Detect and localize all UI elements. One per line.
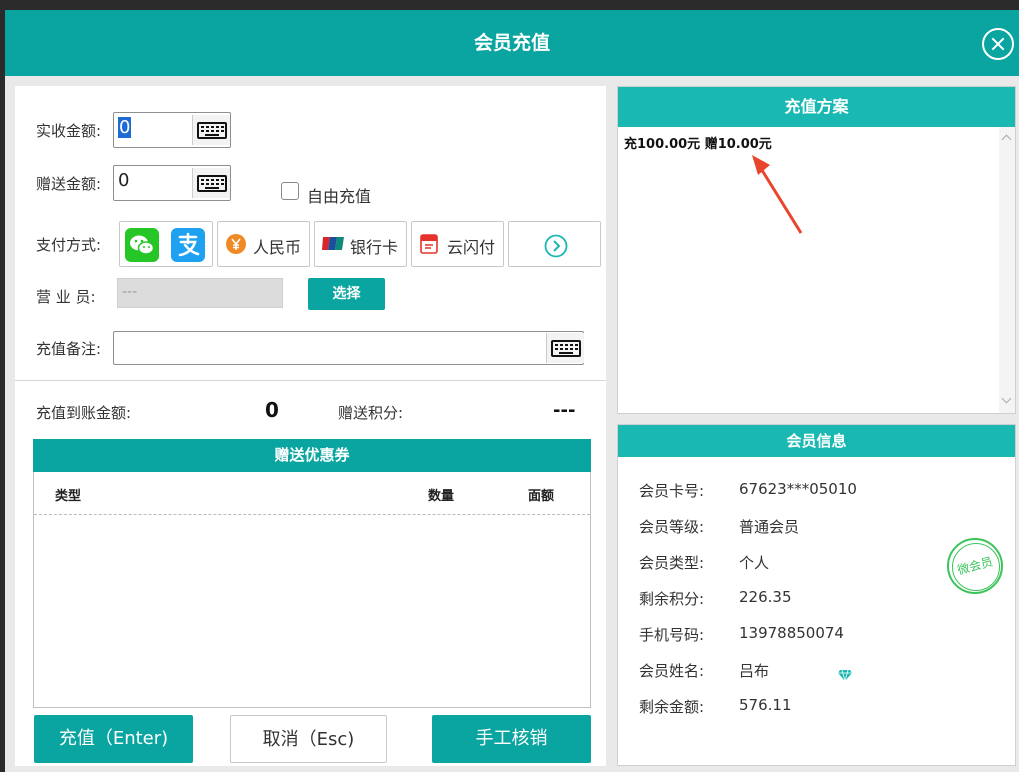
- wei-member-stamp-icon: 微会员: [947, 538, 1003, 594]
- member-field-value: 13978850074: [739, 624, 844, 642]
- gift-points-label: 赠送积分:: [338, 404, 404, 422]
- member-field-value: 普通会员: [739, 518, 800, 536]
- coupon-table: 类型 数量 面额: [33, 472, 591, 708]
- scroll-down-icon[interactable]: [1001, 393, 1012, 404]
- divider: [15, 380, 606, 381]
- received-amount-label: 实收金额:: [36, 122, 102, 140]
- payment-method-label: 支付方式:: [36, 236, 102, 254]
- gift-points-value: ---: [553, 400, 576, 421]
- gift-amount-value: 0: [118, 170, 130, 191]
- coupon-table-title: 赠送优惠券: [33, 439, 591, 472]
- member-field-value: 576.11: [739, 696, 792, 714]
- close-icon[interactable]: [982, 28, 1014, 60]
- cancel-button[interactable]: 取消（Esc): [230, 715, 387, 763]
- received-amount-value: 0: [118, 117, 132, 138]
- member-info-panel: 会员信息 会员卡号: 67623***05010 会员等级: 普通会员 会员类型…: [617, 424, 1016, 766]
- member-field-value: 226.35: [739, 588, 792, 606]
- member-field-label: 手机号码:: [639, 626, 705, 644]
- diamond-icon: [838, 669, 852, 682]
- more-payment-button[interactable]: [508, 221, 601, 267]
- payment-rmb-button[interactable]: 人民币: [217, 221, 310, 267]
- wechat-pay-icon: [125, 228, 159, 262]
- keyboard-icon: [551, 340, 581, 357]
- free-recharge-label: 自由充值: [307, 187, 372, 206]
- dialog-title: 会员充值: [473, 32, 550, 54]
- remark-keyboard-button[interactable]: [546, 333, 584, 363]
- unionpay-icon: [322, 237, 344, 250]
- received-keyboard-button[interactable]: [192, 115, 230, 145]
- stamp-text: 微会员: [955, 554, 995, 578]
- member-field-label: 会员姓名:: [639, 662, 705, 680]
- member-info-title: 会员信息: [618, 425, 1015, 457]
- credited-amount-label: 充值到账金额:: [36, 404, 132, 422]
- plans-scrollbar[interactable]: [999, 127, 1015, 413]
- member-field-label: 会员卡号:: [639, 482, 705, 500]
- gift-amount-label: 赠送金额:: [36, 175, 102, 193]
- payment-method-label: 人民币: [253, 238, 302, 257]
- alipay-icon: [171, 228, 205, 262]
- credited-amount-value: 0: [265, 398, 279, 422]
- payment-method-label: 云闪付: [447, 238, 496, 257]
- remark-input[interactable]: [113, 331, 584, 365]
- column-quantity: 数量: [428, 489, 455, 504]
- member-field-label: 会员等级:: [639, 518, 705, 536]
- remark-label: 充值备注:: [36, 340, 102, 358]
- wechat-alipay-button[interactable]: [119, 221, 213, 267]
- payment-bankcard-button[interactable]: 银行卡: [314, 221, 407, 267]
- recharge-plans-title: 充值方案: [618, 87, 1015, 127]
- column-face-value: 面额: [528, 489, 555, 504]
- member-field-label: 会员类型:: [639, 554, 705, 572]
- gift-keyboard-button[interactable]: [192, 168, 230, 198]
- recharge-dialog: 会员充值 实收金额: 0 赠送金额: 0 自由充值 支付方式: 人民币 银行卡 …: [5, 10, 1019, 772]
- payment-quickpass-button[interactable]: 云闪付: [411, 221, 504, 267]
- header-divider: [34, 514, 590, 515]
- clerk-label: 营 业 员:: [36, 288, 96, 306]
- title-bar: 会员充值: [5, 10, 1019, 76]
- plan-item[interactable]: 充100.00元 赠10.00元: [624, 133, 772, 152]
- manual-writeoff-button[interactable]: 手工核销: [432, 715, 591, 763]
- keyboard-icon: [197, 122, 227, 139]
- select-clerk-button[interactable]: 选择: [308, 278, 385, 310]
- received-amount-input[interactable]: 0: [113, 112, 231, 148]
- member-field-value: 个人: [739, 554, 770, 572]
- quickpass-icon: [420, 234, 438, 254]
- member-field-label: 剩余积分:: [639, 590, 705, 608]
- recharge-plans-panel: 充值方案 充100.00元 赠10.00元: [617, 86, 1016, 414]
- keyboard-icon: [197, 175, 227, 192]
- payment-method-label: 银行卡: [350, 238, 399, 257]
- member-field-value: 67623***05010: [739, 480, 857, 498]
- chevron-right-icon: [544, 234, 568, 258]
- member-field-value: 吕布: [739, 662, 770, 680]
- recharge-button[interactable]: 充值（Enter): [34, 715, 193, 763]
- column-type: 类型: [55, 489, 82, 504]
- member-field-label: 剩余金额:: [639, 698, 705, 716]
- free-recharge-checkbox[interactable]: [281, 182, 299, 200]
- scroll-up-icon[interactable]: [1001, 134, 1012, 145]
- rmb-icon: [226, 234, 246, 254]
- gift-amount-input[interactable]: 0: [113, 165, 231, 201]
- recharge-form-panel: 实收金额: 0 赠送金额: 0 自由充值 支付方式: 人民币 银行卡 云闪付 营…: [15, 86, 606, 766]
- clerk-value: ---: [122, 284, 138, 300]
- clerk-field: ---: [117, 278, 283, 308]
- annotation-arrow-icon: [752, 155, 803, 234]
